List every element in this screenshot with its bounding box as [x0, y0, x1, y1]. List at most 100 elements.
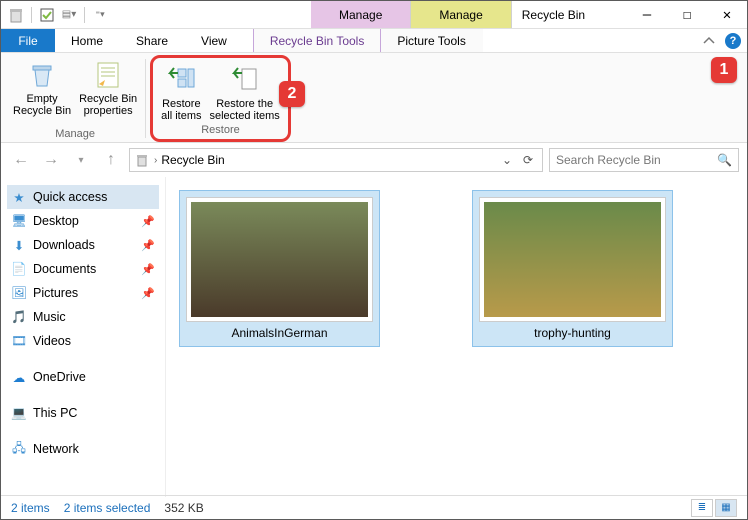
nav-pictures[interactable]: 🖼 Pictures 📌 — [7, 281, 159, 305]
thumbnail — [479, 197, 666, 322]
properties-sheet-icon — [92, 59, 124, 91]
chevron-right-icon[interactable]: › — [154, 155, 157, 166]
empty-recycle-bin-label: Empty Recycle Bin — [13, 93, 71, 117]
picture-tools-tab[interactable]: Picture Tools — [381, 29, 482, 52]
nav-this-pc-label: This PC — [33, 406, 77, 420]
maximize-button[interactable]: ☐ — [667, 1, 707, 28]
refresh-button[interactable]: ⟳ — [518, 153, 538, 167]
restore-selected-button[interactable]: Restore the selected items — [210, 64, 280, 122]
empty-recycle-bin-button[interactable]: Empty Recycle Bin — [13, 59, 71, 117]
network-icon: 🖧 — [11, 441, 27, 457]
nav-documents[interactable]: 📄 Documents 📌 — [7, 257, 159, 281]
recycle-bin-tools-tab[interactable]: Recycle Bin Tools — [253, 29, 382, 52]
nav-this-pc[interactable]: 💻 This PC — [7, 401, 159, 425]
restore-all-label: Restore all items — [161, 98, 201, 122]
pin-icon: 📌 — [141, 239, 155, 252]
nav-downloads-label: Downloads — [33, 238, 95, 252]
manage-group-label: Manage — [55, 126, 95, 142]
recycle-bin-properties-label: Recycle Bin properties — [79, 93, 137, 117]
recent-locations-button[interactable]: ▾ — [69, 148, 93, 172]
content-area[interactable]: AnimalsInGerman trophy-hunting — [166, 177, 747, 497]
restore-all-icon — [165, 64, 197, 96]
file-menu[interactable]: File — [1, 29, 55, 52]
address-bar: ← → ▾ ↑ › Recycle Bin ⌄ ⟳ Search Recycle… — [1, 143, 747, 177]
help-icon[interactable]: ? — [725, 33, 741, 49]
pin-icon: 📌 — [141, 287, 155, 300]
qat-customize-icon[interactable]: ⁼▾ — [91, 6, 109, 24]
back-button[interactable]: ← — [9, 148, 33, 172]
nav-onedrive-label: OneDrive — [33, 370, 86, 384]
nav-music[interactable]: 🎵 Music — [7, 305, 159, 329]
nav-network-label: Network — [33, 442, 79, 456]
annotation-marker-2: 2 — [279, 81, 305, 107]
breadcrumb-dropdown-icon[interactable]: ⌄ — [502, 153, 512, 167]
ribbon-group-manage: Empty Recycle Bin Recycle Bin properties… — [9, 55, 141, 142]
collapse-ribbon-icon[interactable] — [701, 33, 717, 49]
status-bar: 2 items 2 items selected 352 KB ≣ ▦ — [1, 495, 747, 519]
explorer-body: ★ Quick access 🖥 Desktop 📌 ⬇ Downloads 📌… — [1, 177, 747, 497]
nav-network[interactable]: 🖧 Network — [7, 437, 159, 461]
up-button[interactable]: ↑ — [99, 148, 123, 172]
thumbnail — [186, 197, 373, 322]
documents-icon: 📄 — [11, 261, 27, 277]
status-size: 352 KB — [164, 501, 203, 515]
restore-selected-icon — [229, 64, 261, 96]
manage-tab-purple[interactable]: Manage — [311, 1, 411, 28]
view-tab[interactable]: View — [185, 29, 244, 52]
nav-pictures-label: Pictures — [33, 286, 78, 300]
window-title: Recycle Bin — [512, 1, 595, 28]
file-name: trophy-hunting — [534, 326, 611, 340]
ribbon-group-restore: Restore all items Restore the selected i… — [157, 60, 284, 138]
star-icon: ★ — [11, 189, 27, 205]
nav-downloads[interactable]: ⬇ Downloads 📌 — [7, 233, 159, 257]
properties-icon[interactable]: ▤▾ — [60, 6, 78, 24]
forward-button[interactable]: → — [39, 148, 63, 172]
manage-tab-yellow[interactable]: Manage — [411, 1, 511, 28]
nav-documents-label: Documents — [33, 262, 96, 276]
quick-access-toolbar: ▤▾ ⁼▾ — [1, 1, 115, 28]
close-button[interactable]: ✕ — [707, 1, 747, 28]
file-name: AnimalsInGerman — [231, 326, 327, 340]
file-item[interactable]: trophy-hunting — [473, 191, 672, 346]
this-pc-icon: 💻 — [11, 405, 27, 421]
nav-desktop[interactable]: 🖥 Desktop 📌 — [7, 209, 159, 233]
nav-onedrive[interactable]: ☁ OneDrive — [7, 365, 159, 389]
nav-videos-label: Videos — [33, 334, 71, 348]
restore-selected-label: Restore the selected items — [210, 98, 280, 122]
nav-videos[interactable]: 🎞 Videos — [7, 329, 159, 353]
title-bar: ▤▾ ⁼▾ Manage Manage Recycle Bin — ☐ ✕ — [1, 1, 747, 29]
restore-all-button[interactable]: Restore all items — [161, 64, 201, 122]
details-view-button[interactable]: ≣ — [691, 499, 713, 517]
nav-quick-access[interactable]: ★ Quick access — [7, 185, 159, 209]
downloads-icon: ⬇ — [11, 237, 27, 253]
annotation-marker-1: 1 — [711, 57, 737, 83]
breadcrumb[interactable]: › Recycle Bin ⌄ ⟳ — [129, 148, 543, 172]
search-placeholder: Search Recycle Bin — [556, 153, 661, 167]
restore-group-label: Restore — [201, 122, 240, 138]
status-item-count: 2 items — [11, 501, 50, 515]
thumbnails-view-button[interactable]: ▦ — [715, 499, 737, 517]
desktop-icon: 🖥 — [11, 213, 27, 229]
nav-desktop-label: Desktop — [33, 214, 79, 228]
status-selected-count: 2 items selected — [64, 501, 151, 515]
search-icon: 🔍 — [717, 153, 732, 167]
window-controls: — ☐ ✕ — [627, 1, 747, 28]
contextual-tabs: Manage Manage — [311, 1, 512, 28]
recycle-bin-icon — [7, 6, 25, 24]
pin-icon: 📌 — [141, 215, 155, 228]
home-tab[interactable]: Home — [55, 29, 120, 52]
breadcrumb-location[interactable]: Recycle Bin — [161, 153, 224, 167]
recycle-bin-properties-button[interactable]: Recycle Bin properties — [79, 59, 137, 117]
search-input[interactable]: Search Recycle Bin 🔍 — [549, 148, 739, 172]
share-tab[interactable]: Share — [120, 29, 185, 52]
menu-bar: File Home Share View Recycle Bin Tools P… — [1, 29, 747, 53]
restore-group-highlight: Restore all items Restore the selected i… — [150, 55, 291, 142]
pictures-icon: 🖼 — [11, 285, 27, 301]
music-icon: 🎵 — [11, 309, 27, 325]
minimize-button[interactable]: — — [627, 1, 667, 28]
onedrive-icon: ☁ — [11, 369, 27, 385]
checkbox-icon[interactable] — [38, 6, 56, 24]
file-item[interactable]: AnimalsInGerman — [180, 191, 379, 346]
ribbon: Empty Recycle Bin Recycle Bin properties… — [1, 53, 747, 143]
videos-icon: 🎞 — [11, 333, 27, 349]
